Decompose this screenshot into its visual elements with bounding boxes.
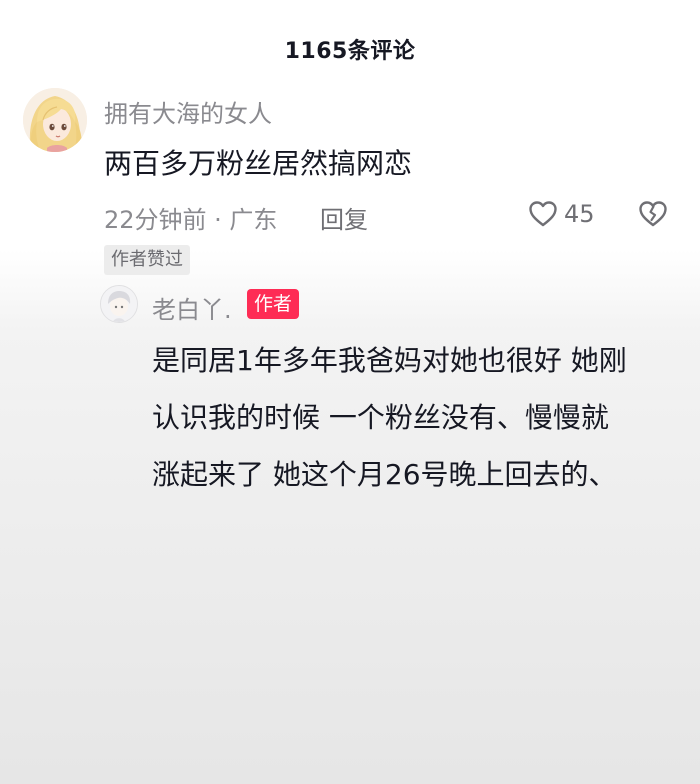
reply-avatar[interactable]	[100, 285, 138, 323]
dislike-button[interactable]	[638, 200, 668, 228]
reply-text-line: 认识我的时候 一个粉丝没有、慢慢就	[152, 401, 609, 434]
anime-girl-avatar-icon	[23, 88, 87, 152]
avatar[interactable]	[23, 88, 87, 152]
like-count: 45	[564, 200, 595, 228]
broken-heart-icon	[639, 201, 667, 227]
comment-meta: 22分钟前 · 广东	[104, 206, 278, 234]
reply-username[interactable]: 老白丫.	[152, 290, 232, 325]
heart-outline-icon	[529, 201, 557, 227]
comment-text: 两百多万粉丝居然搞网恋	[104, 147, 413, 180]
comments-header: 1165条评论	[0, 0, 700, 100]
author-liked-badge: 作者赞过	[104, 245, 190, 275]
like-button[interactable]: 45	[528, 199, 595, 229]
comment-username[interactable]: 拥有大海的女人	[104, 94, 272, 129]
reply-text-line: 是同居1年多年我爸妈对她也很好 她刚	[152, 344, 627, 377]
reply-avatar-icon	[101, 286, 137, 322]
reply-text-line: 涨起来了 她这个月26号晚上回去的、	[152, 458, 617, 491]
reply-button[interactable]: 回复	[320, 200, 368, 235]
author-tag-badge: 作者	[247, 289, 300, 319]
reply-text: 是同居1年多年我爸妈对她也很好 她刚 认识我的时候 一个粉丝没有、慢慢就 涨起来…	[152, 332, 682, 503]
comment-count-title: 1165条评论	[284, 39, 416, 64]
